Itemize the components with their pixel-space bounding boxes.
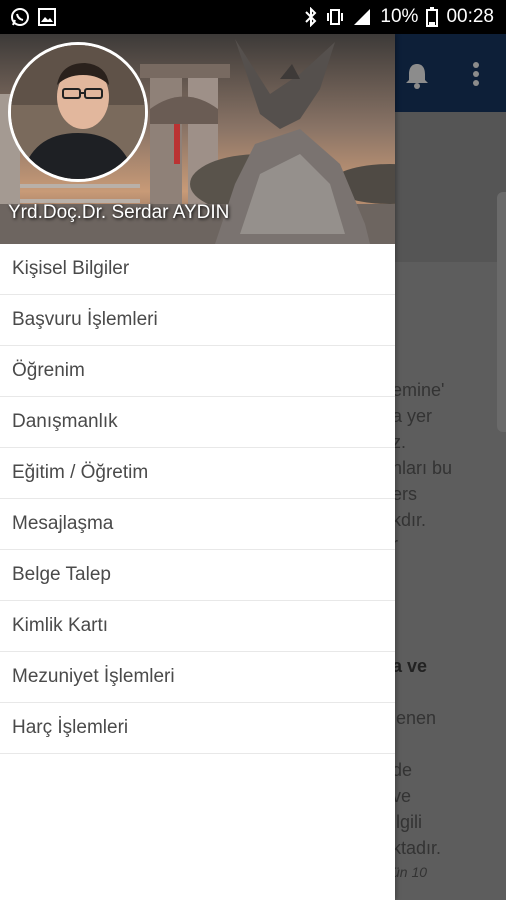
status-time: 00:28 <box>446 6 494 27</box>
avatar[interactable] <box>8 42 148 182</box>
menu-item-mezuniyet-islemleri[interactable]: Mezuniyet İşlemleri <box>0 652 395 703</box>
whatsapp-icon <box>10 7 30 27</box>
app-content-header <box>395 112 506 262</box>
background-text: de <box>392 760 413 780</box>
background-text: ers <box>392 484 418 504</box>
more-vert-icon[interactable] <box>472 61 480 92</box>
menu-item-ogrenim[interactable]: Öğrenim <box>0 346 395 397</box>
menu-item-kisisel-bilgiler[interactable]: Kişisel Bilgiler <box>0 244 395 295</box>
drawer-header: Yrd.Doç.Dr. Serdar AYDIN <box>0 34 395 244</box>
background-text: ilgili <box>392 812 423 832</box>
bell-icon[interactable] <box>404 61 430 94</box>
status-bar: 10% 00:28 <box>0 0 506 34</box>
menu-item-harc-islemleri[interactable]: Harç İşlemleri <box>0 703 395 754</box>
background-text: ktadır. <box>392 838 442 858</box>
user-name: Yrd.Doç.Dr. Serdar AYDIN <box>8 202 230 223</box>
status-bar-right: 10% 00:28 <box>304 6 494 28</box>
vibrate-icon <box>326 7 344 27</box>
battery-percent: 10% <box>380 6 419 27</box>
background-heading: a ve <box>392 656 428 676</box>
background-text: kdır. <box>392 510 427 530</box>
menu-item-danismanlik[interactable]: Danışmanlık <box>0 397 395 448</box>
menu-item-mesajlasma[interactable]: Mesajlaşma <box>0 499 395 550</box>
bluetooth-icon <box>304 7 318 27</box>
background-text: ün 10 <box>392 864 428 880</box>
battery-icon <box>426 7 439 27</box>
menu-item-belge-talep[interactable]: Belge Talep <box>0 550 395 601</box>
menu-item-egitim-ogretim[interactable]: Eğitim / Öğretim <box>0 448 395 499</box>
signal-icon <box>352 7 372 27</box>
profile-photo <box>11 45 145 179</box>
menu-item-kimlik-karti[interactable]: Kimlik Kartı <box>0 601 395 652</box>
background-text: lenen <box>392 708 437 728</box>
status-bar-left <box>10 7 56 27</box>
navigation-drawer: Yrd.Doç.Dr. Serdar AYDIN Kişisel Bilgile… <box>0 34 395 900</box>
background-text: emine' <box>392 380 445 400</box>
background-text: a yer <box>392 406 433 426</box>
background-text: nları bu <box>392 458 453 478</box>
image-icon <box>38 8 56 26</box>
menu-item-basvuru-islemleri[interactable]: Başvuru İşlemleri <box>0 295 395 346</box>
app-card-edge <box>497 192 506 432</box>
drawer-menu: Kişisel Bilgiler Başvuru İşlemleri Öğren… <box>0 244 395 754</box>
